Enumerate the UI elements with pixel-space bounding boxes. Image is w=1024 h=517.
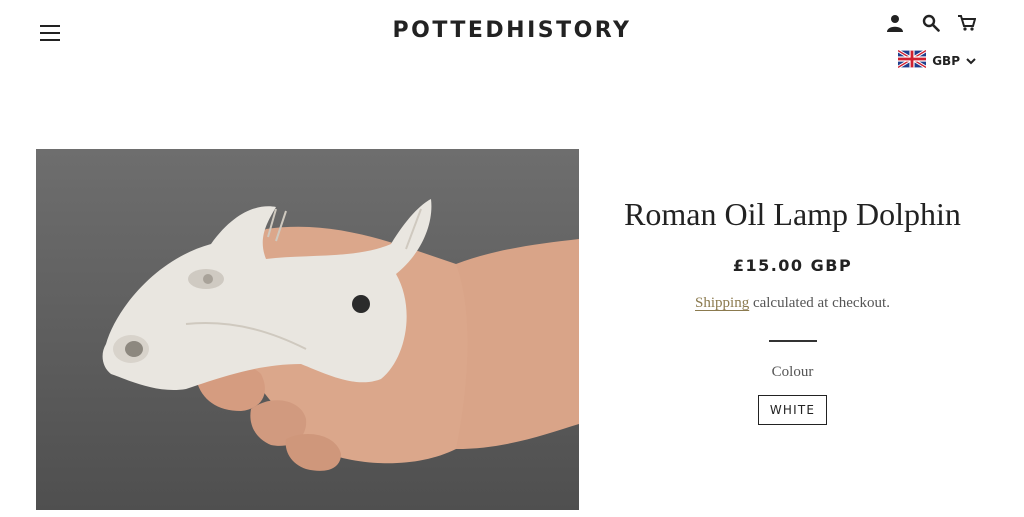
site-logo[interactable]: POTTEDHISTORY <box>0 18 1024 43</box>
uk-flag-icon <box>897 49 928 71</box>
divider <box>768 340 817 342</box>
header-icons <box>884 12 978 34</box>
product-info: Roman Oil Lamp Dolphin £15.00 GBP Shippi… <box>600 190 985 425</box>
colour-label: Colour <box>771 364 814 380</box>
shipping-link[interactable]: Shipping <box>695 295 749 311</box>
product-title: Roman Oil Lamp Dolphin <box>624 196 961 232</box>
product-image[interactable] <box>36 149 579 510</box>
currency-selector[interactable]: GBP <box>897 49 976 71</box>
search-icon[interactable] <box>920 12 942 34</box>
user-icon[interactable] <box>884 12 906 34</box>
colour-option-white[interactable]: WHITE <box>757 395 828 425</box>
product-price: £15.00 GBP <box>732 256 853 275</box>
chevron-down-icon <box>966 54 976 68</box>
shipping-note: Shipping calculated at checkout. <box>600 295 985 312</box>
currency-label: GBP <box>932 53 960 68</box>
shipping-text: calculated at checkout. <box>749 295 890 311</box>
cart-icon[interactable] <box>956 12 978 34</box>
